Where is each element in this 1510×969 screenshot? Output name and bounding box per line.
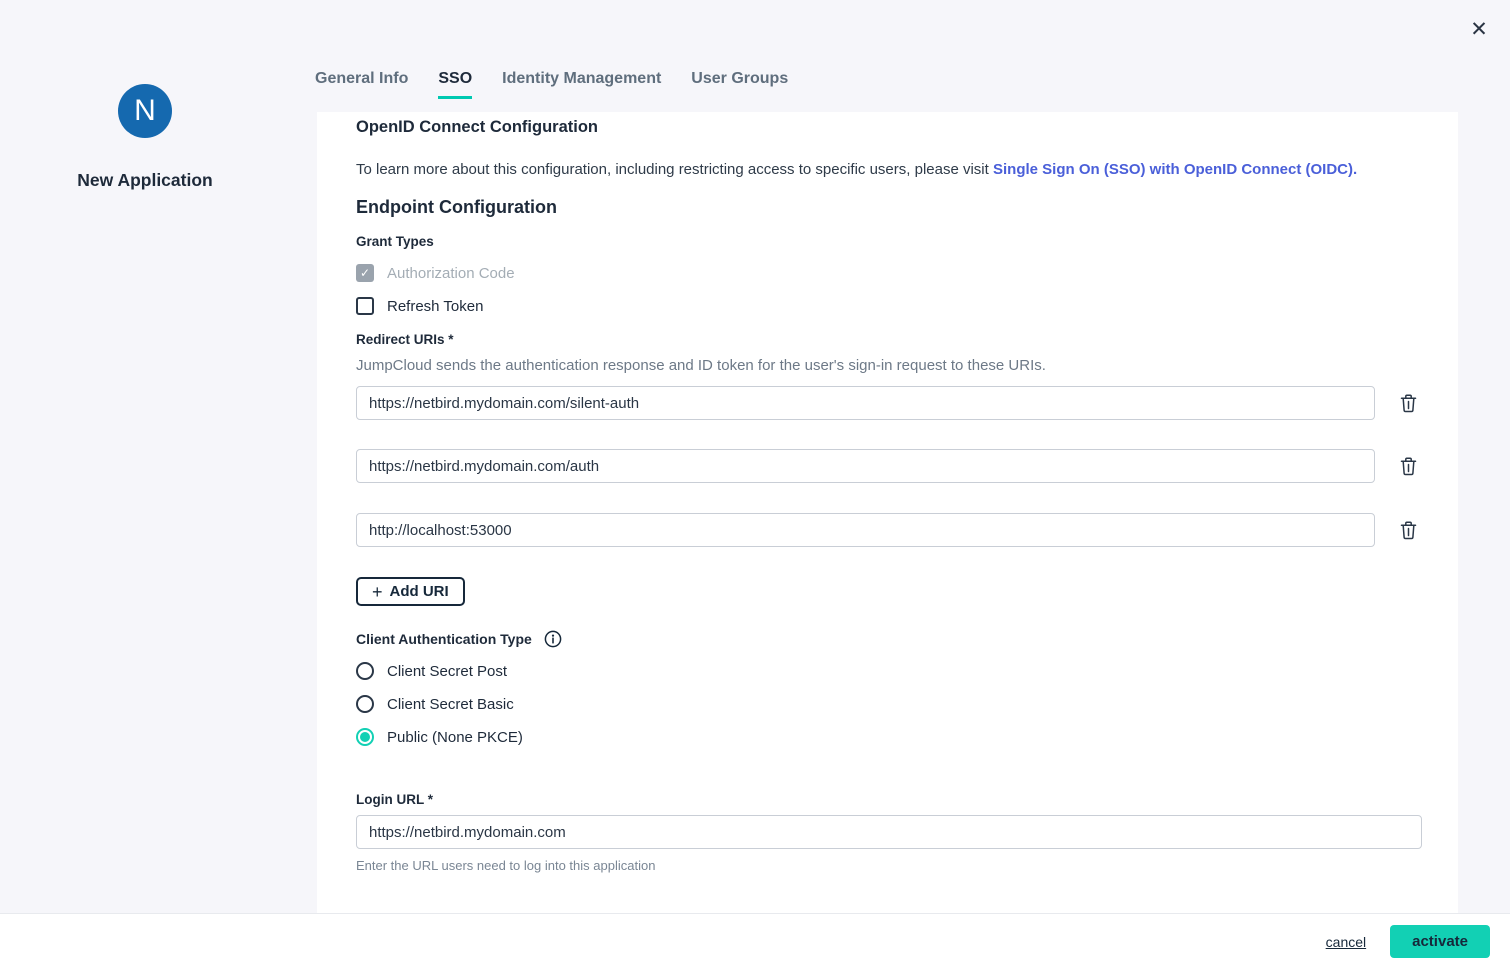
checkbox-refresh-token[interactable]: Refresh Token	[356, 296, 1458, 316]
radio-unselected[interactable]	[356, 695, 374, 713]
redirect-uri-row	[356, 513, 1458, 547]
trash-icon	[1400, 394, 1417, 413]
trash-icon	[1400, 521, 1417, 540]
grant-types-label: Grant Types	[356, 233, 1458, 251]
checkbox-checked-disabled: ✓	[356, 264, 374, 282]
redirect-uri-input-1[interactable]	[356, 386, 1375, 420]
login-url-help-text: Enter the URL users need to log into thi…	[356, 857, 1458, 875]
add-uri-label: Add URI	[390, 583, 449, 600]
redirect-uri-input-2[interactable]	[356, 449, 1375, 483]
radio-label: Client Secret Basic	[387, 696, 514, 713]
radio-label: Client Secret Post	[387, 663, 507, 680]
client-auth-type-row: Client Authentication Type	[356, 629, 1458, 649]
redirect-uris-description: JumpCloud sends the authentication respo…	[356, 355, 1458, 377]
panel-title: OpenID Connect Configuration	[356, 116, 1458, 138]
checkbox-unchecked[interactable]	[356, 297, 374, 315]
oidc-docs-link[interactable]: Single Sign On (SSO) with OpenID Connect…	[993, 161, 1357, 178]
avatar: N	[118, 84, 172, 138]
delete-uri-button[interactable]	[1400, 394, 1417, 413]
redirect-uri-input-3[interactable]	[356, 513, 1375, 547]
redirect-uri-row	[356, 449, 1458, 483]
radio-label: Public (None PKCE)	[387, 729, 523, 746]
activate-button[interactable]: activate	[1390, 925, 1490, 958]
cancel-button[interactable]: cancel	[1326, 934, 1366, 950]
tab-identity-management[interactable]: Identity Management	[502, 70, 661, 96]
close-icon[interactable]: ✕	[1464, 14, 1494, 44]
login-url-label: Login URL *	[356, 791, 1458, 809]
radio-client-secret-basic[interactable]: Client Secret Basic	[356, 694, 1458, 714]
sso-config-panel: OpenID Connect Configuration To learn mo…	[317, 112, 1458, 913]
info-icon[interactable]	[544, 630, 562, 648]
client-auth-type-label: Client Authentication Type	[356, 631, 532, 647]
delete-uri-button[interactable]	[1400, 457, 1417, 476]
add-uri-button[interactable]: + Add URI	[356, 577, 465, 606]
delete-uri-button[interactable]	[1400, 521, 1417, 540]
footer-bar: cancel activate	[0, 913, 1510, 969]
application-summary: N New Application	[20, 84, 270, 191]
tab-bar: General Info SSO Identity Management Use…	[315, 70, 788, 99]
radio-unselected[interactable]	[356, 662, 374, 680]
check-icon: ✓	[360, 266, 370, 280]
checkbox-authorization-code: ✓ Authorization Code	[356, 263, 1458, 283]
redirect-uris-label: Redirect URIs *	[356, 331, 1458, 349]
trash-icon	[1400, 457, 1417, 476]
redirect-uri-row	[356, 386, 1458, 420]
radio-client-secret-post[interactable]: Client Secret Post	[356, 661, 1458, 681]
tab-user-groups[interactable]: User Groups	[691, 70, 788, 96]
endpoint-configuration-heading: Endpoint Configuration	[356, 195, 1458, 219]
checkbox-label: Refresh Token	[387, 298, 483, 315]
page-title: New Application	[77, 170, 212, 191]
intro-text-plain: To learn more about this configuration, …	[356, 161, 993, 178]
tab-general-info[interactable]: General Info	[315, 70, 408, 96]
plus-icon: +	[372, 583, 383, 601]
radio-selected[interactable]	[356, 728, 374, 746]
checkbox-label: Authorization Code	[387, 265, 515, 282]
intro-text: To learn more about this configuration, …	[356, 159, 1458, 181]
tab-sso[interactable]: SSO	[438, 70, 472, 99]
radio-public-none-pkce[interactable]: Public (None PKCE)	[356, 727, 1458, 747]
login-url-input[interactable]	[356, 815, 1422, 849]
